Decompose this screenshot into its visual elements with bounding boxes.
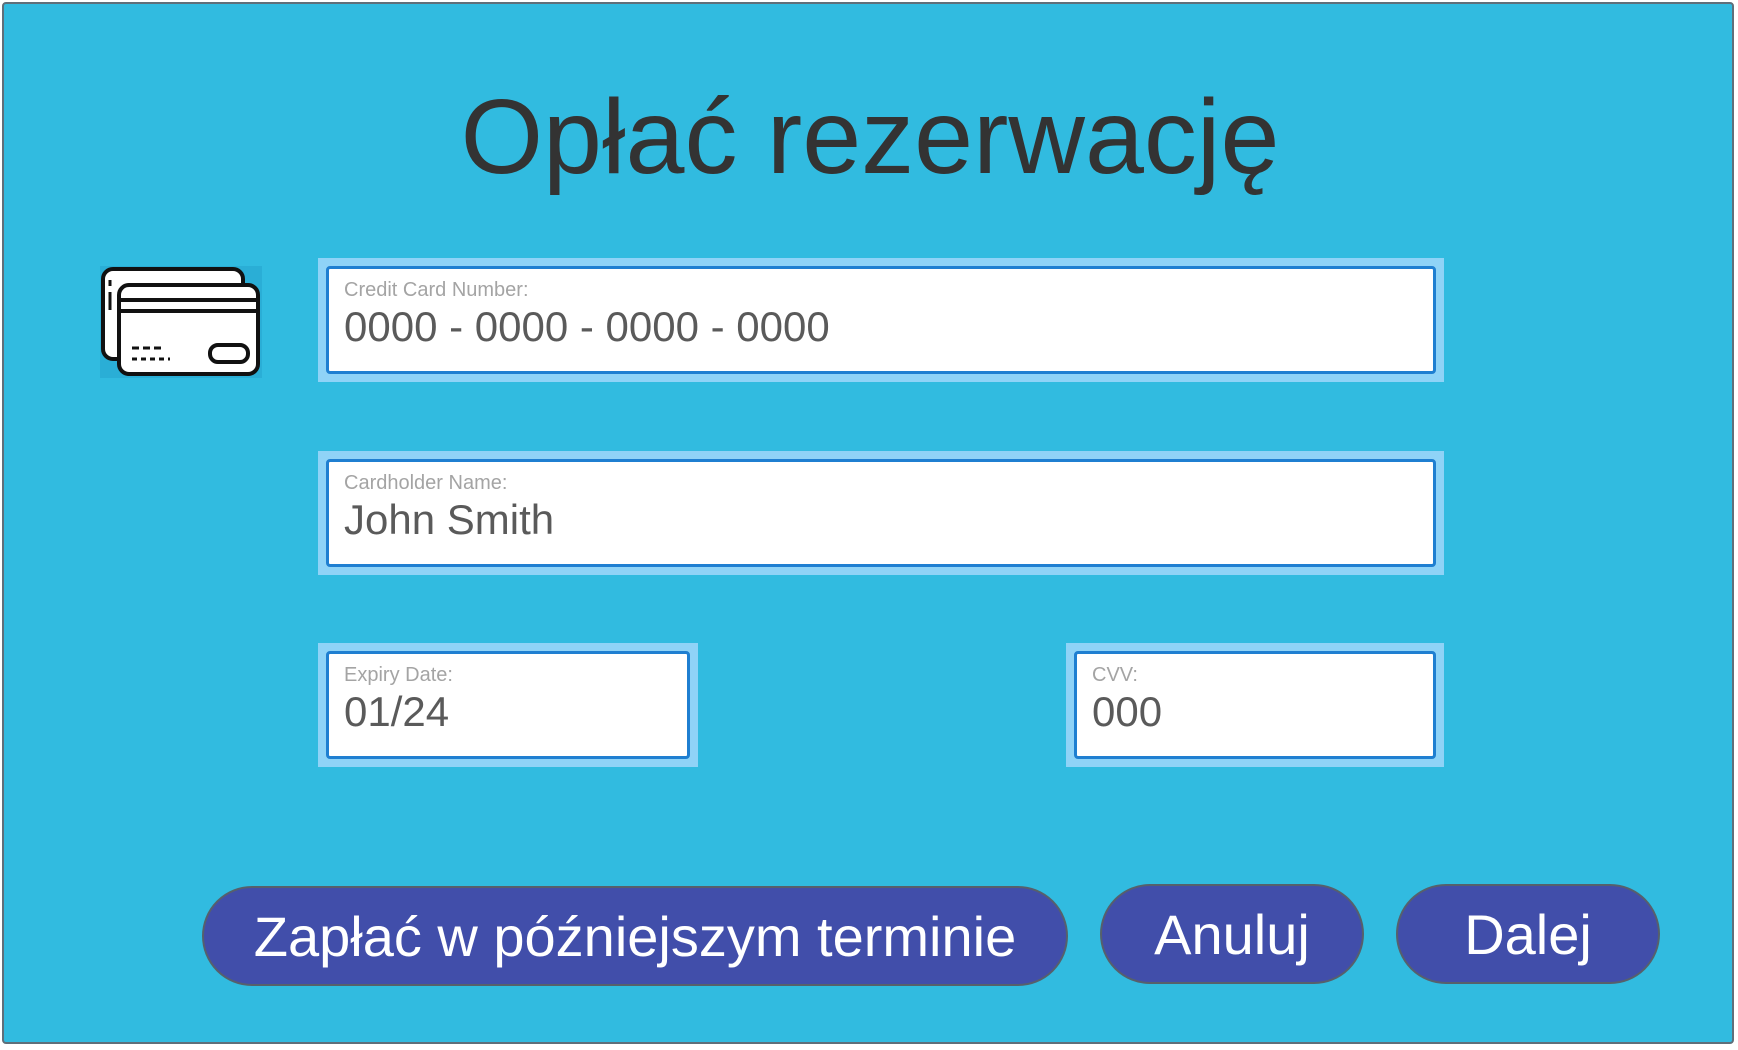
cardholder-name-label: Cardholder Name: (344, 472, 508, 494)
card-number-input[interactable]: Credit Card Number: 0000 - 0000 - 0000 -… (326, 266, 1436, 374)
expiry-date-input[interactable]: Expiry Date: 01/24 (326, 651, 690, 759)
cvv-value: 000 (1092, 688, 1163, 735)
page-title: Opłać rezerwację (460, 78, 1280, 196)
expiry-date-label: Expiry Date: (344, 664, 453, 686)
cardholder-name-value: John Smith (344, 496, 555, 543)
cvv-label: CVV: (1092, 664, 1138, 686)
cancel-button[interactable]: Anuluj (1100, 884, 1364, 984)
cardholder-field-wrapper: Cardholder Name: John Smith (318, 451, 1444, 575)
expiry-field-wrapper: Expiry Date: 01/24 (318, 643, 698, 767)
credit-cards-icon (100, 266, 262, 378)
expiry-date-value: 01/24 (344, 688, 450, 735)
payment-window: Opłać rezerwację Credit Card Number: 000… (2, 2, 1734, 1044)
card-number-label: Credit Card Number: (344, 279, 529, 301)
cvv-field-wrapper: CVV: 000 (1066, 643, 1444, 767)
cvv-input[interactable]: CVV: 000 (1074, 651, 1436, 759)
pay-later-button[interactable]: Zapłać w późniejszym terminie (202, 886, 1068, 986)
next-button[interactable]: Dalej (1396, 884, 1660, 984)
card-number-field-wrapper: Credit Card Number: 0000 - 0000 - 0000 -… (318, 258, 1444, 382)
cardholder-name-input[interactable]: Cardholder Name: John Smith (326, 459, 1436, 567)
card-number-value: 0000 - 0000 - 0000 - 0000 (344, 303, 830, 350)
